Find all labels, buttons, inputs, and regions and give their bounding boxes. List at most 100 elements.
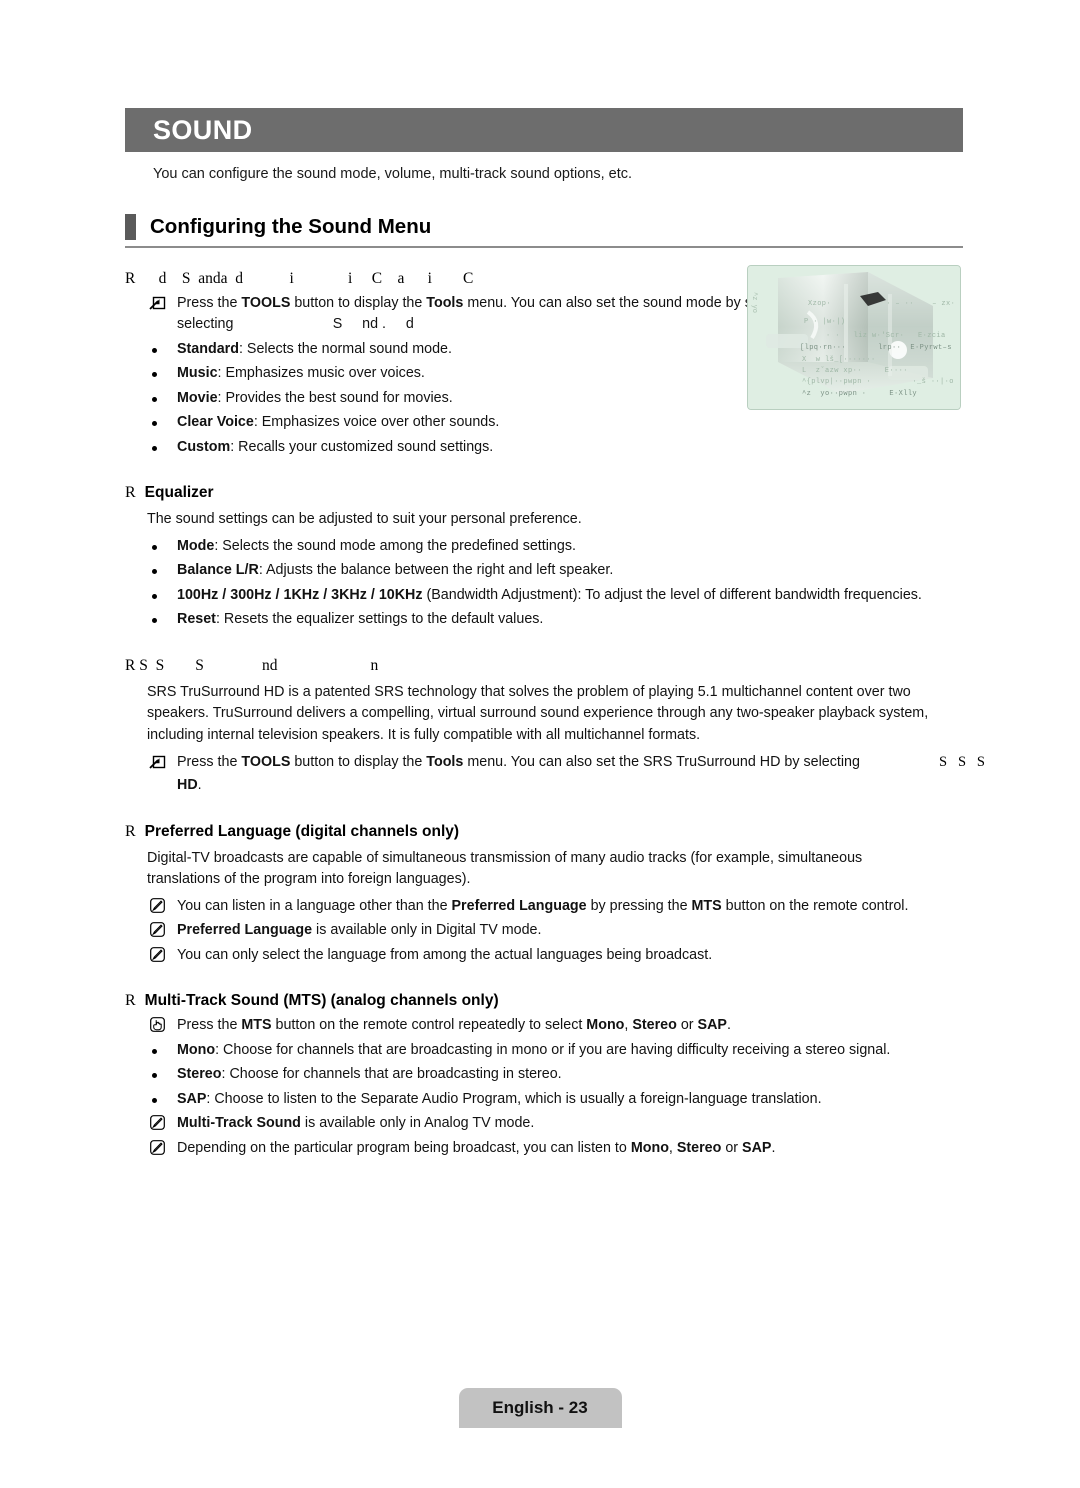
- srs-body-text: SRS TruSurround HD is a patented SRS tec…: [147, 683, 929, 743]
- item-term: Movie: [177, 389, 218, 406]
- thumbnail-garble-line: [lpq·rn··· lrp·· E·Pyrwt–s: [800, 344, 952, 352]
- tools-note-part-c: button to display the: [290, 295, 427, 311]
- note-part-a: Depending on the particular program bein…: [177, 1139, 631, 1156]
- list-item: Mode: Selects the sound mode among the p…: [125, 536, 963, 557]
- list-item: Clear Voice: Emphasizes voice over other…: [125, 412, 963, 433]
- section-marker-icon: R: [125, 992, 136, 1010]
- bullet-dot-icon: [147, 609, 177, 624]
- page-number-badge: English - 23: [458, 1388, 622, 1428]
- equalizer-block: R Equalizer The sound settings can be ad…: [125, 484, 963, 630]
- chapter-title: SOUND: [153, 114, 253, 145]
- item-term: Stereo: [177, 1066, 222, 1083]
- hand-icon: [147, 1015, 177, 1033]
- note-part-e: .: [771, 1139, 776, 1156]
- list-item: 100Hz / 300Hz / 1KHz / 3KHz / 10KHz (Ban…: [125, 585, 963, 606]
- bullet-dot-icon: [147, 560, 177, 575]
- stereo-keyword: Stereo: [676, 1139, 722, 1156]
- tools-note-part-a: Press the: [177, 295, 242, 311]
- tv-menu-thumbnail: ^z yo Xzop· · – ·· – zx· P · |w·|) · · l…: [747, 265, 961, 410]
- manual-page: SOUND You can configure the sound mode, …: [0, 0, 1080, 1488]
- srs-note-continuation: HD.: [177, 775, 963, 796]
- tools-icon: [147, 752, 177, 769]
- equalizer-heading: R Equalizer: [125, 484, 963, 502]
- tools-keyword: TOOLS: [241, 753, 291, 770]
- srs-note-period: .: [197, 777, 202, 794]
- item-term: Standard: [177, 340, 239, 357]
- bullet-dot-icon: [147, 363, 177, 378]
- list-item: Depending on the particular program bein…: [125, 1138, 963, 1159]
- section-divider-rule: [125, 246, 963, 248]
- page-footer: English - 23: [0, 1388, 1080, 1428]
- item-term: Reset: [177, 611, 216, 628]
- equalizer-heading-label: Equalizer: [144, 484, 214, 502]
- bullet-dot-icon: [147, 388, 177, 402]
- bullet-dot-icon: [147, 1040, 177, 1054]
- item-desc: : Resets the equalizer settings to the d…: [215, 611, 544, 628]
- thumbnail-garble-line: ^z yo··pwpn · E·Xlly: [802, 390, 918, 398]
- srs-note-part-c: button to display the: [290, 753, 427, 770]
- preferred-language-heading-label: Preferred Language (digital channels onl…: [144, 822, 460, 840]
- note-part-d: button on the remote control.: [721, 898, 909, 914]
- item-desc: : Selects the sound mode among the prede…: [214, 537, 576, 554]
- note-part-d: is available only in Analog TV mode.: [300, 1115, 535, 1132]
- item-desc: : Choose for channels that are broadcast…: [221, 1066, 562, 1083]
- srs-tools-note-text: Press the TOOLS button to display the To…: [177, 752, 963, 797]
- bullet-dot-icon: [147, 536, 177, 550]
- mts-hand-note-text: Press the MTS button on the remote contr…: [177, 1015, 963, 1036]
- stereo-keyword: Stereo: [632, 1017, 677, 1034]
- item-term: SAP: [177, 1090, 207, 1107]
- list-item: Stereo: Choose for channels that are bro…: [125, 1064, 963, 1085]
- item-desc: : Emphasizes music over voices.: [217, 365, 425, 382]
- srs-fragmented-heading: R S S S nd n: [125, 656, 379, 674]
- note-keyword: Multi-Track Sound: [177, 1115, 301, 1132]
- item-term: Clear Voice: [177, 414, 254, 431]
- thumbnail-garble-line: L zˇazw xp·· E····: [802, 367, 908, 375]
- thumbnail-garble-line: P · |w·|): [804, 318, 846, 326]
- preferred-language-block: R Preferred Language (digital channels o…: [125, 823, 963, 967]
- item-term: Music: [177, 365, 218, 382]
- chapter-intro-text: You can configure the sound mode, volume…: [153, 166, 633, 182]
- item-desc: : Selects the normal sound mode.: [238, 340, 452, 357]
- thumbnail-vertical-garble: ^z yo: [750, 292, 758, 314]
- section-heading: Configuring the Sound Menu: [125, 214, 963, 240]
- thumbnail-garble-line: Xzop· · – ·· – zx·: [808, 300, 956, 308]
- note-part-a: You can listen in a language other than …: [177, 898, 452, 914]
- note-part-e: or: [676, 1017, 698, 1034]
- item-desc: : Adjusts the balance between the right …: [258, 562, 614, 579]
- tools-icon: [147, 293, 177, 310]
- sap-keyword: SAP: [742, 1139, 772, 1156]
- note-part-c: by pressing the: [586, 898, 692, 914]
- list-item: Press the TOOLS button to display the To…: [125, 752, 985, 797]
- list-item: Custom: Recalls your customized sound se…: [125, 437, 963, 458]
- mts-heading-label: Multi-Track Sound (MTS) (analog channels…: [144, 992, 499, 1010]
- section-tab-marker: [125, 214, 136, 240]
- tools-menu-keyword: Tools: [426, 753, 464, 770]
- mts-list: Press the MTS button on the remote contr…: [125, 1015, 963, 1159]
- list-item: Press the MTS button on the remote contr…: [125, 1015, 963, 1036]
- item-desc: : Provides the best sound for movies.: [217, 389, 453, 406]
- srs-note-list: Press the TOOLS button to display the To…: [125, 752, 985, 797]
- note-part-c: ,: [668, 1139, 677, 1156]
- preferred-language-heading: R Preferred Language (digital channels o…: [125, 823, 963, 841]
- tools-keyword: TOOLS: [241, 295, 291, 311]
- note-part-d: is available only in Digital TV mode.: [312, 922, 542, 939]
- item-desc: : Choose for channels that are broadcast…: [215, 1041, 891, 1058]
- mts-block: R Multi-Track Sound (MTS) (analog channe…: [125, 992, 963, 1159]
- mono-keyword: Mono: [630, 1139, 669, 1156]
- thumbnail-garble-line: X w lš_[·······: [802, 356, 876, 364]
- item-desc: : Emphasizes voice over other sounds.: [253, 414, 500, 431]
- item-term: Mode: [177, 537, 215, 554]
- thumbnail-garble-line: ^{plvp|··pwpn · ·_š ··|·o: [802, 378, 954, 386]
- note-icon: [147, 1138, 177, 1155]
- note-part-f: .: [726, 1017, 731, 1034]
- note-icon: [147, 920, 177, 938]
- note-part-a: You can only select the language from am…: [177, 946, 713, 963]
- list-item: Mono: Choose for channels that are broad…: [125, 1040, 963, 1061]
- thumbnail-garble-line: · · liz w·'Scr· E·zcia: [826, 332, 946, 340]
- bullet-dot-icon: [147, 339, 177, 353]
- note-part-c: button on the remote control repeatedly …: [271, 1017, 587, 1034]
- equalizer-intro: The sound settings can be adjusted to su…: [147, 511, 582, 528]
- list-item: Reset: Resets the equalizer settings to …: [125, 609, 963, 630]
- stray-glyph-fragment: S S S: [939, 753, 985, 770]
- section-marker-icon: R: [125, 822, 136, 840]
